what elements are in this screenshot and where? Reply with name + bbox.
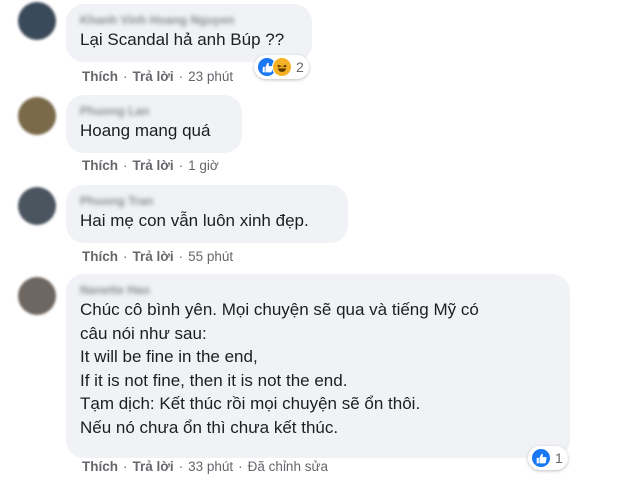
comment-actions: Thích · Trả lời · 23 phút: [82, 69, 234, 84]
like-button[interactable]: Thích: [82, 249, 118, 264]
like-button[interactable]: Thích: [82, 69, 118, 84]
comment-time[interactable]: 33 phút: [188, 459, 233, 474]
reaction-summary[interactable]: 2: [254, 55, 309, 79]
comment-bubble: Phuong Tran Hai mẹ con vẫn luôn xinh đẹp…: [66, 185, 348, 243]
comment-line: It will be fine in the end,: [80, 347, 258, 366]
comment-time[interactable]: 55 phút: [188, 249, 233, 264]
reaction-summary[interactable]: 1: [528, 446, 568, 470]
comment-text: Hai mẹ con vẫn luôn xinh đẹp.: [80, 209, 334, 233]
comment-text: Hoang mang quá: [80, 119, 228, 143]
comment-actions: Thích · Trả lời · 33 phút · Đã chỉnh sửa: [82, 459, 328, 474]
avatar[interactable]: [18, 2, 56, 40]
comment-line: Tạm dịch: Kết thúc rồi mọi chuyện sẽ ổn …: [80, 394, 421, 413]
haha-icon: [272, 57, 292, 77]
comment-text: Lại Scandal hả anh Búp ??: [80, 28, 298, 52]
reply-button[interactable]: Trả lời: [133, 249, 174, 264]
comment-text: Chúc cô bình yên. Mọi chuyện sẽ qua và t…: [80, 298, 556, 439]
comment-line: Lại Scandal hả anh Búp ??: [80, 30, 285, 49]
reply-button[interactable]: Trả lời: [133, 158, 174, 173]
commenter-name[interactable]: Khanh Vinh Hoang Nguyen: [80, 12, 298, 28]
reply-button[interactable]: Trả lời: [133, 459, 174, 474]
comment-line: Hai mẹ con vẫn luôn xinh đẹp.: [80, 211, 309, 230]
commenter-name[interactable]: Nanette Hao: [80, 282, 556, 298]
comment-actions: Thích · Trả lời · 55 phút: [82, 249, 234, 264]
comment-time[interactable]: 1 giờ: [188, 158, 219, 173]
comment-actions: Thích · Trả lời · 1 giờ: [82, 158, 219, 173]
comment-bubble: Phuong Lan Hoang mang quá: [66, 95, 242, 153]
avatar[interactable]: [18, 277, 56, 315]
reply-button[interactable]: Trả lời: [133, 69, 174, 84]
comment-time[interactable]: 23 phút: [188, 69, 233, 84]
comment-line: câu nói như sau:: [80, 323, 207, 343]
comment-bubble: Khanh Vinh Hoang Nguyen Lại Scandal hả a…: [66, 4, 312, 62]
like-icon: [531, 448, 551, 468]
commenter-name[interactable]: Phuong Tran: [80, 193, 334, 209]
commenter-name[interactable]: Phuong Lan: [80, 103, 228, 119]
reaction-count: 1: [555, 450, 563, 466]
avatar[interactable]: [18, 187, 56, 225]
comment-line: Nếu nó chưa ổn thì chưa kết thúc.: [80, 417, 339, 437]
comment-line: Hoang mang quá: [80, 121, 211, 140]
edited-label[interactable]: Đã chỉnh sửa: [248, 459, 328, 474]
avatar[interactable]: [18, 97, 56, 135]
reaction-count: 2: [296, 59, 304, 75]
like-button[interactable]: Thích: [82, 158, 118, 173]
comment-line: Chúc cô bình yên. Mọi chuyện sẽ qua và t…: [80, 300, 479, 319]
comment-bubble: Nanette Hao Chúc cô bình yên. Mọi chuyện…: [66, 274, 570, 458]
like-button[interactable]: Thích: [82, 459, 118, 474]
comment-line: If it is not fine, then it is not the en…: [80, 370, 348, 390]
